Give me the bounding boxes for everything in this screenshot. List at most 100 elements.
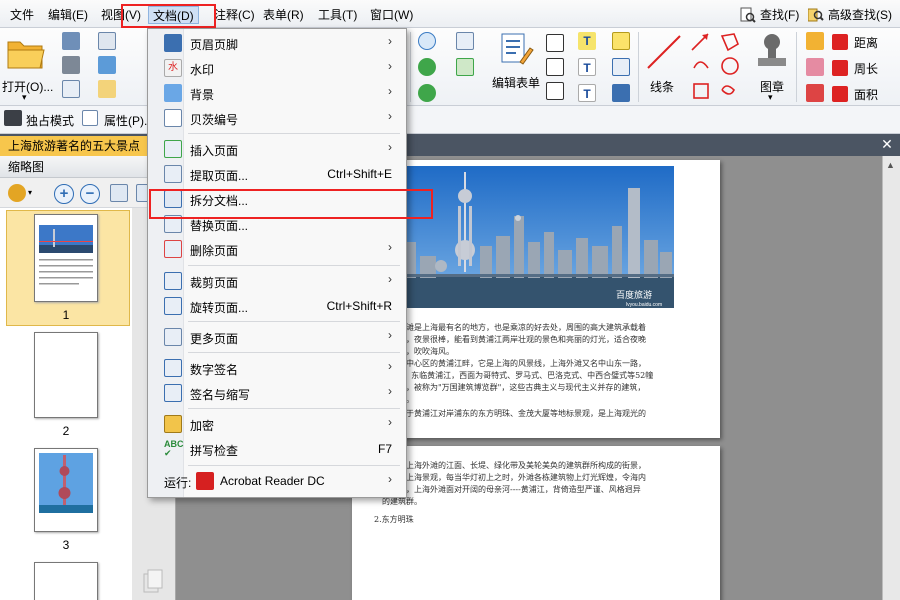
perimeter-tool[interactable]: 周长	[832, 60, 878, 77]
page2-section-title: 2.东方明珠	[374, 515, 414, 524]
menu-tools[interactable]: 工具(T)	[314, 6, 361, 24]
strikeout-icon[interactable]: T	[578, 84, 596, 102]
menu-item-label: 拼写检查	[190, 444, 239, 458]
create-icon[interactable]	[98, 80, 116, 98]
pages-stack-icon	[143, 569, 163, 593]
attach-icon[interactable]	[612, 58, 630, 76]
menu-item-watermark[interactable]: 水 水印 ›	[148, 56, 406, 80]
document-tab-strip: 上海旅游著名的五大景点 ✕	[0, 134, 900, 156]
thumbnail-page-2[interactable]	[34, 332, 98, 418]
secondary-toolbar: 独占模式 属性(P)...	[0, 106, 900, 134]
search-doc-icon	[740, 7, 756, 23]
menu-item-sign-initial[interactable]: 签名与缩写 ›	[148, 381, 406, 405]
open-button[interactable]: 打开(O)... ▾	[2, 34, 53, 102]
document-tab[interactable]: 上海旅游著名的五大景点	[0, 136, 149, 156]
close-icon[interactable]: ✕	[878, 135, 896, 153]
distance-tool[interactable]: 距离	[832, 34, 878, 51]
menu-item-replace-page[interactable]: 替换页面...	[148, 212, 406, 236]
menu-item-more-pages[interactable]: 更多页面 ›	[148, 325, 406, 349]
stamp-dropdown-icon: ▾	[768, 92, 773, 102]
document-scrollbar[interactable]: ▲	[882, 156, 900, 600]
page2-text-line-3: 叹不已，上海外滩面对开阔的母亲河----黄浦江，背倚造型严谨、风格迥异	[382, 485, 641, 494]
background-icon	[164, 84, 182, 102]
menu-item-split-document[interactable]: 拆分文档...	[148, 187, 406, 211]
zoom-in-icon[interactable]	[418, 32, 436, 50]
menu-item-digital-signature[interactable]: 数字签名 ›	[148, 356, 406, 380]
menu-item-header-footer[interactable]: 页眉页脚 ›	[148, 31, 406, 55]
distance-label: 距离	[854, 36, 879, 50]
thumbnail-page-3[interactable]	[34, 448, 98, 532]
rotate-90-icon[interactable]	[110, 184, 128, 202]
menu-item-bates-number[interactable]: 贝茨编号 ›	[148, 106, 406, 130]
select-area-icon[interactable]	[456, 32, 474, 50]
open-dropdown-icon: ▾	[22, 92, 27, 102]
menu-item-shortcut: F7	[377, 442, 392, 456]
perimeter-label: 周长	[854, 62, 879, 76]
exclusive-mode-button[interactable]: 独占模式	[4, 110, 74, 129]
save-icon[interactable]	[62, 32, 80, 50]
more-pages-icon	[164, 328, 182, 346]
shanghai-skyline-photo: 百度旅游 lvyou.baidu.com	[378, 166, 674, 308]
menu-comment[interactable]: 注释(C)	[210, 6, 259, 24]
zoom-out-icon[interactable]: −	[80, 184, 100, 204]
menu-edit[interactable]: 编辑(E)	[44, 6, 92, 24]
menu-window[interactable]: 窗口(W)	[366, 6, 417, 24]
menu-item-insert-page[interactable]: 插入页面 ›	[148, 137, 406, 161]
pencil-icon[interactable]	[806, 32, 824, 50]
document-icon[interactable]	[62, 80, 80, 98]
menu-document[interactable]: 文档(D)	[148, 6, 199, 24]
page1-text-line-8: 还有位于黄浦江对岸浦东的东方明珠、金茂大厦等地标景观，是上海观光的	[382, 409, 646, 418]
email-icon[interactable]	[98, 32, 116, 50]
menu-item-crop-page[interactable]: 裁剪页面 ›	[148, 269, 406, 293]
highlight-icon[interactable]	[806, 84, 824, 102]
document-dropdown-menu: 页眉页脚 › 水 水印 › 背景 › 贝茨编号 › 插入页面 › 提取页面...…	[147, 28, 407, 498]
scroll-up-icon[interactable]: ▲	[886, 160, 895, 170]
menu-item-label: 替换页面...	[190, 219, 249, 233]
print-icon[interactable]	[62, 56, 80, 74]
typewriter-icon[interactable]: T	[578, 32, 596, 50]
settings-dropdown-icon[interactable]: ▾	[28, 188, 32, 197]
menu-item-run-acrobat[interactable]: 运行: Acrobat Reader DC ›	[148, 469, 406, 493]
list-box-icon[interactable]	[546, 82, 564, 100]
area-icon	[832, 86, 848, 102]
add-page-icon[interactable]	[456, 58, 474, 76]
note-icon[interactable]	[612, 32, 630, 50]
page2-text-line-1: 之地，上海外滩的江面、长堤、绿化带及美轮美奂的建筑群所构成的街景，	[382, 461, 646, 470]
thumbnail-page-1[interactable]	[34, 214, 98, 302]
combo-box-icon[interactable]	[546, 58, 564, 76]
split-document-icon	[164, 190, 182, 208]
menu-item-rotate-page[interactable]: 旋转页面... Ctrl+Shift+R	[148, 294, 406, 318]
line-tool-button[interactable]: 线条	[644, 32, 684, 102]
settings-gear-icon[interactable]	[8, 184, 26, 202]
sound-icon[interactable]	[612, 84, 630, 102]
menu-item-background[interactable]: 背景 ›	[148, 81, 406, 105]
menu-item-label: 数字签名	[190, 363, 239, 377]
text-field-icon[interactable]	[546, 34, 564, 52]
menu-item-extract-page[interactable]: 提取页面... Ctrl+Shift+E	[148, 162, 406, 186]
menu-item-label: 裁剪页面	[190, 276, 239, 290]
menu-item-label: 拆分文档...	[190, 194, 249, 208]
rotate-right-icon[interactable]	[418, 84, 436, 102]
menu-item-spell-check[interactable]: ABC ✔ 拼写检查 F7	[148, 437, 406, 461]
zoom-in-icon[interactable]: +	[54, 184, 74, 204]
shape-tools-icon[interactable]	[690, 32, 750, 104]
menu-item-delete-page[interactable]: 删除页面 ›	[148, 237, 406, 261]
menu-file[interactable]: 文件	[6, 6, 38, 24]
menu-item-encrypt[interactable]: 加密 ›	[148, 412, 406, 436]
search-button[interactable]: 查找(F)	[740, 5, 799, 25]
area-tool[interactable]: 面积	[832, 86, 878, 103]
thumbnail-page-4[interactable]	[34, 562, 98, 600]
scan-icon[interactable]	[98, 56, 116, 74]
rotate-left-icon[interactable]	[418, 58, 436, 76]
menu-form[interactable]: 表单(R)	[259, 6, 308, 24]
document-page-2: 之地，上海外滩的江面、长堤、绿化带及美轮美奂的建筑群所构成的街景， 特征的上海景…	[352, 446, 720, 600]
advanced-search-button[interactable]: 高级查找(S)	[808, 5, 892, 25]
edit-form-button[interactable]: 编辑表单	[490, 32, 544, 102]
properties-button[interactable]: 属性(P)...	[82, 110, 154, 129]
eraser-icon[interactable]	[806, 58, 824, 76]
submenu-arrow-icon: ›	[388, 359, 392, 373]
textbox-icon[interactable]: T	[578, 58, 596, 76]
stamp-button[interactable]: 图章 ▾	[752, 32, 792, 102]
menu-view[interactable]: 视图(V)	[97, 6, 145, 24]
ribbon-separator-2	[638, 32, 639, 102]
